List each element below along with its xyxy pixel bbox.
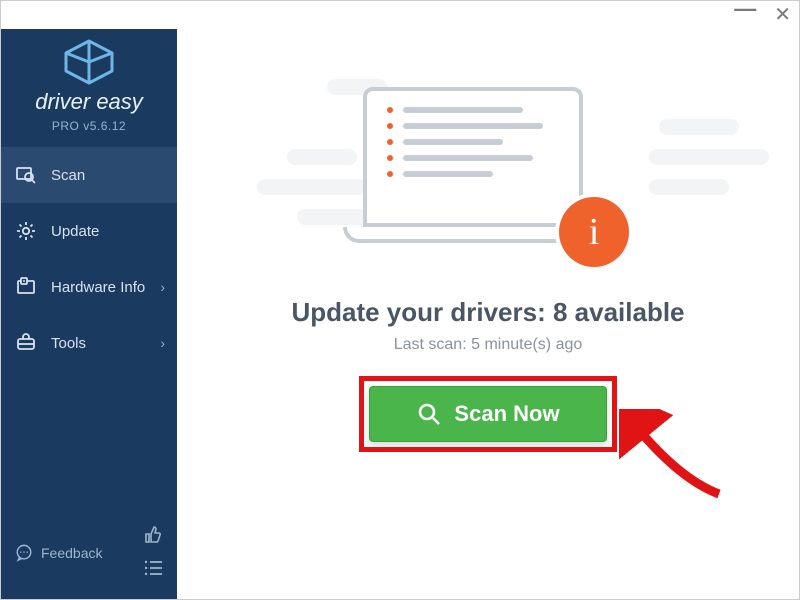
scan-now-button[interactable]: Scan Now	[369, 386, 607, 442]
annotation-arrow	[619, 409, 729, 499]
scan-highlight: Scan Now	[359, 376, 617, 452]
feedback-label: Feedback	[41, 545, 102, 561]
close-button[interactable]: ✕	[774, 5, 791, 25]
nav: Scan Update	[1, 147, 177, 371]
sidebar-item-label: Tools	[51, 335, 86, 352]
gear-icon	[15, 221, 37, 241]
sidebar-item-label: Hardware Info	[51, 279, 145, 296]
scan-icon	[15, 165, 37, 185]
chat-icon	[15, 544, 33, 562]
sidebar-item-tools[interactable]: Tools ›	[1, 315, 177, 371]
magnifier-icon	[416, 401, 442, 427]
logo: driver easy PRO v5.6.12	[1, 29, 177, 147]
chevron-right-icon: ›	[160, 279, 165, 295]
last-scan-text: Last scan: 5 minute(s) ago	[394, 336, 583, 354]
sidebar-item-update[interactable]: Update	[1, 203, 177, 259]
minimize-button[interactable]: —	[734, 0, 756, 20]
sidebar-item-label: Scan	[51, 167, 85, 184]
sidebar-item-hardware[interactable]: Hardware Info ›	[1, 259, 177, 315]
thumbs-up-icon[interactable]	[143, 525, 163, 550]
brand-name: driver easy	[35, 89, 143, 115]
app-window: — ✕ driver easy PRO v5.6.12	[0, 0, 800, 600]
laptop-illustration: i	[353, 87, 623, 277]
sidebar-footer: Feedback	[1, 515, 177, 599]
brand-version: PRO v5.6.12	[52, 119, 126, 133]
list-icon[interactable]	[143, 560, 163, 581]
main-panel: i Update your drivers: 8 available Last …	[177, 29, 799, 599]
hardware-icon	[15, 277, 37, 297]
logo-icon	[62, 39, 116, 85]
headline: Update your drivers: 8 available	[291, 297, 684, 328]
titlebar: — ✕	[1, 1, 799, 29]
chevron-right-icon: ›	[160, 335, 165, 351]
feedback-button[interactable]: Feedback	[15, 544, 102, 562]
sidebar: driver easy PRO v5.6.12 Scan	[1, 29, 177, 599]
info-badge-icon: i	[559, 197, 629, 267]
scan-now-label: Scan Now	[454, 401, 559, 427]
tools-icon	[15, 333, 37, 353]
sidebar-item-scan[interactable]: Scan	[1, 147, 177, 203]
sidebar-item-label: Update	[51, 223, 99, 240]
